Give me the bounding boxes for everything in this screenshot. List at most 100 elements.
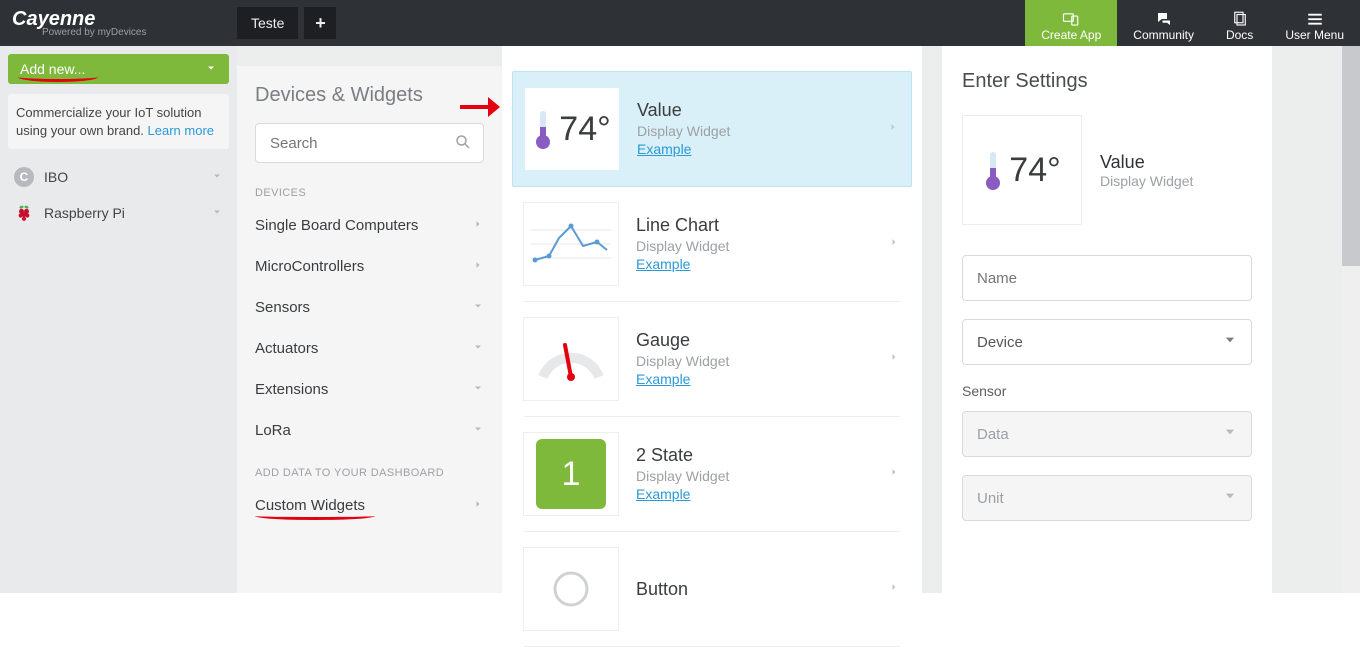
- chevron-right-icon: [888, 350, 900, 368]
- button-icon: [531, 569, 611, 609]
- widget-thumbnail: [524, 548, 618, 630]
- sidebar: Add new... Commercialize your IoT soluti…: [0, 46, 237, 593]
- thermometer-icon: [983, 150, 1003, 190]
- logo: Cayenne Powered by myDevices: [0, 8, 237, 38]
- brand-tagline: Powered by myDevices: [42, 27, 237, 38]
- widget-card[interactable]: Gauge Display Widget Example: [524, 302, 900, 417]
- unit-select[interactable]: Unit: [962, 475, 1252, 521]
- learn-more-link[interactable]: Learn more: [148, 123, 214, 138]
- widget-title: Line Chart: [636, 215, 729, 236]
- search-input[interactable]: [255, 123, 484, 163]
- widget-sub: Display Widget: [636, 238, 729, 254]
- chevron-down-icon: [211, 205, 223, 221]
- widget-sub: Display Widget: [636, 468, 729, 484]
- user-menu-button[interactable]: User Menu: [1269, 0, 1360, 46]
- tab-add[interactable]: +: [304, 7, 336, 39]
- info-box: Commercialize your IoT solution using yo…: [8, 94, 229, 149]
- widget-thumbnail: [524, 203, 618, 285]
- preview-title: Value: [1100, 152, 1193, 173]
- settings-title: Enter Settings: [962, 70, 1252, 93]
- widget-thumbnail: [524, 318, 618, 400]
- chevron-icon: [472, 422, 484, 439]
- tree-item-ibo[interactable]: C IBO: [8, 159, 229, 195]
- copy-icon: [1231, 10, 1249, 28]
- widget-thumbnail: 1: [524, 433, 618, 515]
- line-chart-icon: [531, 216, 611, 272]
- widget-sub: Display Widget: [636, 353, 729, 369]
- widget-title: 2 State: [636, 445, 729, 466]
- chevron-icon: [472, 381, 484, 398]
- device-tree: C IBO Raspberry Pi: [8, 159, 229, 231]
- create-app-button[interactable]: Create App: [1025, 0, 1117, 46]
- chevron-right-icon: [888, 235, 900, 253]
- example-link[interactable]: Example: [636, 486, 690, 502]
- data-select[interactable]: Data: [962, 411, 1252, 457]
- tree-item-raspberry[interactable]: Raspberry Pi: [8, 195, 229, 231]
- chevron-right-icon: [888, 465, 900, 483]
- widget-sub: Display Widget: [637, 123, 730, 139]
- ibo-icon: C: [14, 167, 34, 187]
- category-item[interactable]: Extensions: [237, 369, 502, 410]
- category-custom-widgets[interactable]: Custom Widgets: [237, 485, 502, 526]
- content: Devices & Widgets DEVICES Single Board C…: [237, 46, 1360, 593]
- devices-widgets-panel: Devices & Widgets DEVICES Single Board C…: [237, 66, 502, 593]
- category-item[interactable]: Single Board Computers: [237, 205, 502, 246]
- chevron-icon: [472, 217, 484, 234]
- example-link[interactable]: Example: [637, 141, 691, 157]
- thermometer-icon: [533, 109, 553, 149]
- tab-project[interactable]: Teste: [237, 7, 298, 39]
- scrollbar-thumb[interactable]: [1342, 46, 1360, 266]
- devices-icon: [1062, 10, 1080, 28]
- widget-title: Button: [636, 579, 688, 600]
- caret-down-icon: [1223, 333, 1237, 351]
- menu-icon: [1306, 10, 1324, 28]
- example-link[interactable]: Example: [636, 371, 690, 387]
- sensor-label: Sensor: [962, 383, 1252, 399]
- add-new-button[interactable]: Add new...: [8, 54, 229, 84]
- state-icon: 1: [536, 439, 606, 509]
- chat-icon: [1155, 10, 1173, 28]
- main: Add new... Commercialize your IoT soluti…: [0, 46, 1360, 593]
- widget-card[interactable]: 74° Value Display Widget Example: [512, 71, 912, 187]
- chevron-down-icon: [205, 61, 217, 77]
- raspberry-icon: [14, 203, 34, 223]
- chevron-right-icon: [472, 497, 484, 514]
- caret-down-icon: [1223, 489, 1237, 507]
- widget-preview: 74° Value Display Widget: [962, 115, 1252, 225]
- search-wrap: [255, 123, 484, 163]
- community-button[interactable]: Community: [1117, 0, 1210, 46]
- chevron-icon: [472, 299, 484, 316]
- preview-sub: Display Widget: [1100, 173, 1193, 189]
- annotation-underline: [255, 516, 375, 520]
- caret-down-icon: [1223, 425, 1237, 443]
- example-link[interactable]: Example: [636, 256, 690, 272]
- chevron-icon: [472, 258, 484, 275]
- chevron-down-icon: [211, 169, 223, 185]
- search-icon: [454, 133, 472, 156]
- topbar: Cayenne Powered by myDevices Teste + Cre…: [0, 0, 1360, 46]
- preview-box: 74°: [962, 115, 1082, 225]
- name-input[interactable]: [962, 255, 1252, 301]
- widget-title: Gauge: [636, 330, 729, 351]
- category-item[interactable]: LoRa: [237, 410, 502, 451]
- docs-button[interactable]: Docs: [1210, 0, 1269, 46]
- widget-card[interactable]: 1 2 State Display Widget Example: [524, 417, 900, 532]
- widget-thumbnail: 74°: [525, 88, 619, 170]
- project-tabs: Teste +: [237, 0, 342, 46]
- scrollbar[interactable]: [1342, 46, 1360, 593]
- gauge-icon: [531, 331, 611, 387]
- device-select[interactable]: Device: [962, 319, 1252, 365]
- data-section-label: ADD DATA TO YOUR DASHBOARD: [237, 461, 502, 485]
- widget-title: Value: [637, 100, 730, 121]
- widget-card[interactable]: Line Chart Display Widget Example: [524, 187, 900, 302]
- category-item[interactable]: Sensors: [237, 287, 502, 328]
- chevron-right-icon: [888, 580, 900, 598]
- category-item[interactable]: MicroControllers: [237, 246, 502, 287]
- widget-choices-panel: 74° Value Display Widget Example Line Chart D…: [502, 46, 922, 593]
- annotation-underline: [18, 77, 98, 82]
- chevron-icon: [472, 340, 484, 357]
- header-menu: Create App Community Docs User Menu: [1025, 0, 1360, 46]
- widget-card[interactable]: Button: [524, 532, 900, 647]
- annotation-arrow: [458, 92, 502, 127]
- category-item[interactable]: Actuators: [237, 328, 502, 369]
